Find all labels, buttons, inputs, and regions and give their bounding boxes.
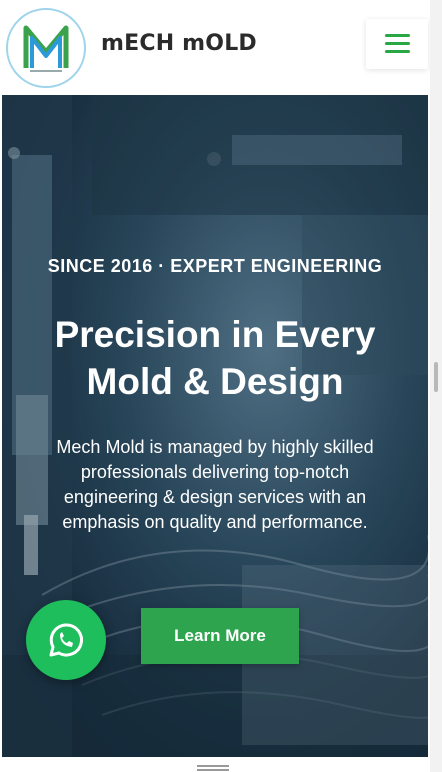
hero-title-line: Mold & Design: [86, 361, 344, 402]
brand-name[interactable]: mECH mOLD: [101, 31, 257, 56]
hamburger-menu-icon: [385, 42, 410, 45]
hamburger-menu-icon: [385, 50, 410, 53]
mech-mold-logo[interactable]: [6, 8, 86, 88]
hamburger-menu-icon: [385, 34, 410, 37]
whatsapp-icon: [49, 623, 83, 657]
site-header: mECH mOLD: [0, 0, 430, 95]
scrollbar-thumb[interactable]: [434, 362, 438, 392]
hero-title: Precision in Every Mold & Design: [2, 311, 428, 405]
whatsapp-chat-button[interactable]: [26, 600, 106, 680]
resize-handle[interactable]: [197, 769, 229, 771]
learn-more-button[interactable]: Learn More: [141, 608, 299, 664]
resize-handle[interactable]: [197, 765, 229, 767]
hero-description: Mech Mold is managed by highly skilled p…: [56, 437, 374, 532]
logo-mark-icon: [23, 25, 69, 72]
hero-title-line: Precision in Every: [54, 314, 376, 355]
hero-subtitle: SINCE 2016 · EXPERT ENGINEERING: [47, 256, 383, 276]
menu-button[interactable]: [366, 19, 428, 69]
